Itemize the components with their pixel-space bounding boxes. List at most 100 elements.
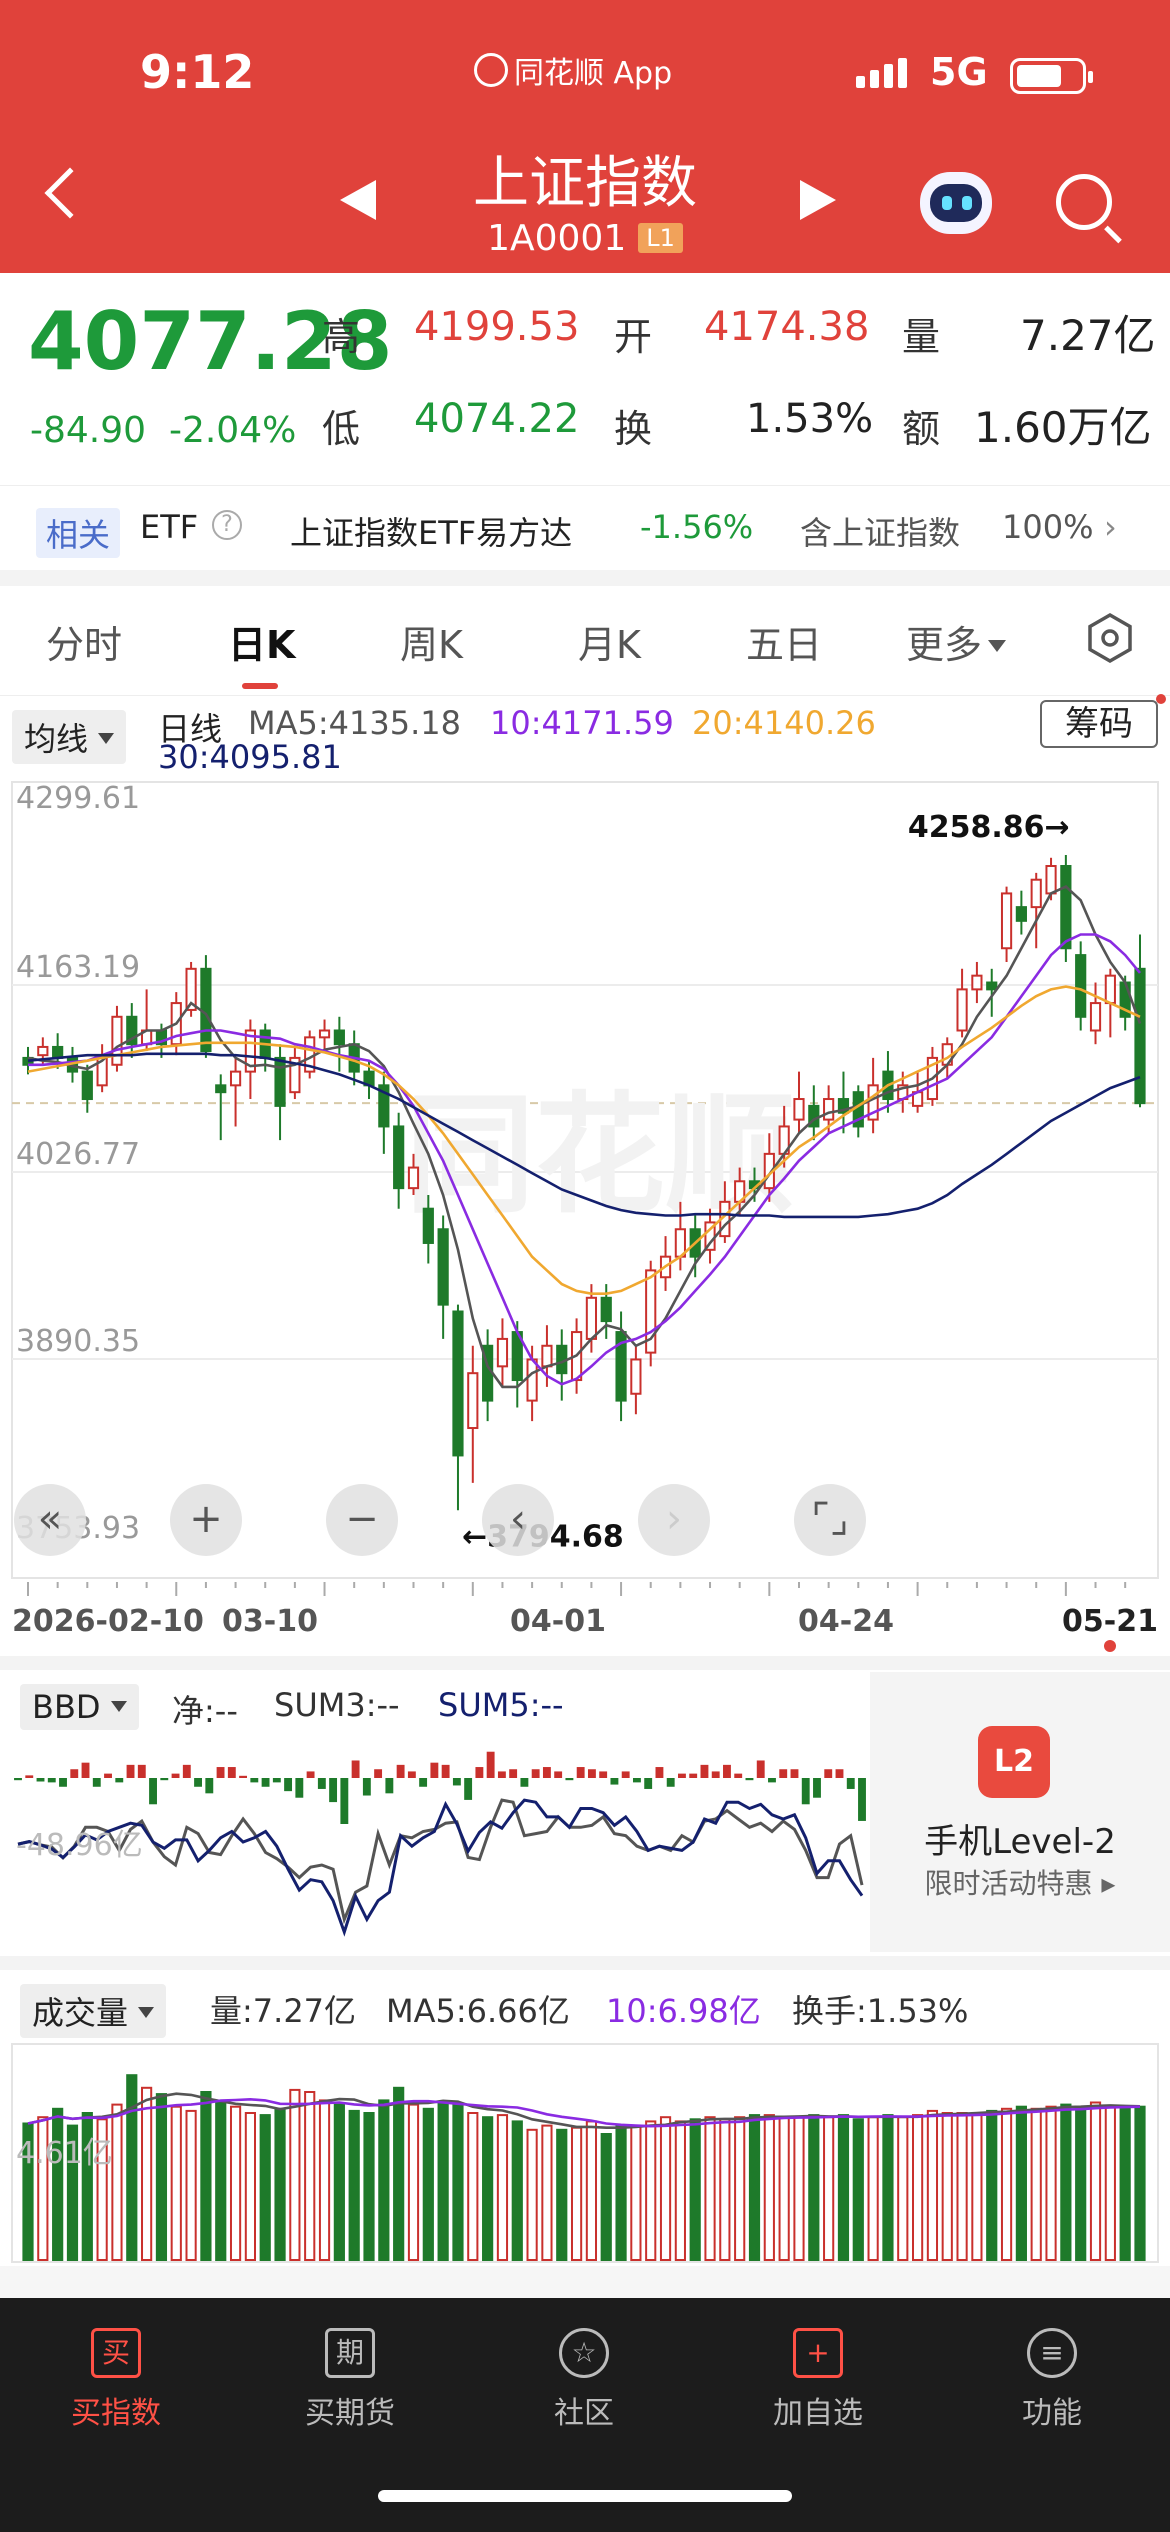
bbd-bar: [250, 1778, 259, 1783]
tab-five-day[interactable]: 五日: [746, 614, 822, 669]
candle: [244, 1019, 256, 1100]
volume-bar: [645, 2120, 657, 2262]
candle: [630, 1345, 642, 1415]
settings-hex-icon[interactable]: [1084, 612, 1136, 664]
bbd-bar: [768, 1778, 776, 1783]
bbd-sum3: SUM3:--: [274, 1686, 400, 1724]
tab-more[interactable]: 更多: [906, 614, 1007, 669]
pan-left-icon[interactable]: ‹: [482, 1484, 554, 1556]
ma-indicator-row: 均线 日线 MA5:4135.18 10:4171.59 20:4140.26 …: [0, 696, 1170, 776]
etf-label: ETF: [140, 508, 199, 546]
chips-button[interactable]: 筹码: [1040, 700, 1158, 748]
bbd-bar: [216, 1767, 225, 1778]
bbd-bar: [723, 1764, 731, 1778]
amount-label: 额: [902, 407, 941, 451]
bbd-bar: [587, 1769, 596, 1778]
zoom-in-icon[interactable]: +: [170, 1484, 242, 1556]
bbd-bar: [25, 1775, 34, 1778]
candle: [452, 1304, 464, 1511]
bbd-net: 净:--: [172, 1692, 238, 1730]
volume-bar: [511, 2120, 523, 2262]
status-time: 9:12: [140, 45, 255, 99]
pan-right-icon[interactable]: ›: [638, 1484, 710, 1556]
volume-bar: [852, 2118, 864, 2261]
price-change: -84.90 -2.04%: [30, 410, 296, 451]
chevron-right-icon[interactable]: ›: [1104, 508, 1117, 546]
etf-change: -1.56%: [640, 508, 754, 546]
volume-bar: [897, 2116, 909, 2261]
bbd-bar: [329, 1778, 338, 1803]
bbd-bar: [36, 1778, 45, 1782]
volume-bar: [986, 2109, 998, 2262]
bbd-bar: [542, 1767, 551, 1778]
bbd-bar: [272, 1778, 281, 1783]
nav-community[interactable]: ☆ 社区: [504, 2328, 664, 2432]
volume-bar: [244, 2112, 256, 2261]
futures-icon: 期: [325, 2328, 375, 2378]
date-label-2: 03-10: [222, 1604, 318, 1639]
bbd-bar: [419, 1778, 428, 1787]
volume-label: 量: [902, 315, 941, 359]
kline-chart[interactable]: 同花顺 4299.614163.194026.773890.353753.934…: [0, 780, 1170, 1580]
caret-down-icon: [110, 1701, 127, 1712]
etf-name[interactable]: 上证指数ETF易方达: [290, 508, 572, 554]
volume-select[interactable]: 成交量: [20, 1984, 167, 2038]
help-icon[interactable]: ?: [212, 510, 242, 540]
volume-bar: [971, 2112, 983, 2261]
amount-value: 1.60万亿: [974, 403, 1152, 452]
tab-intraday[interactable]: 分时: [46, 614, 122, 669]
volume-chart[interactable]: [0, 2042, 1170, 2264]
bbd-select-label: BBD: [32, 1688, 101, 1726]
volume-bar: [541, 2124, 553, 2261]
fullscreen-icon[interactable]: ⌜⌟: [794, 1484, 866, 1556]
nav-functions[interactable]: ≡ 功能: [972, 2328, 1132, 2432]
candle: [126, 1003, 138, 1058]
volume-bar: [407, 2103, 420, 2261]
y-tick-label: 3890.35: [16, 1324, 140, 1359]
volume-bar: [912, 2114, 924, 2261]
volume-bar: [1089, 2101, 1102, 2261]
section-gap: [0, 1656, 1170, 1670]
volume-bar: [1000, 2107, 1013, 2261]
search-icon[interactable]: [1056, 174, 1112, 230]
zoom-out-icon[interactable]: −: [326, 1484, 398, 1556]
volume-bar: [452, 2103, 464, 2261]
level2-ad[interactable]: L2 手机Level-2 限时活动特惠 ▸: [870, 1672, 1170, 1952]
bbd-select[interactable]: BBD: [20, 1684, 139, 1730]
caret-down-icon: [138, 2007, 155, 2018]
volume-bar: [259, 2114, 271, 2261]
bbd-bar: [621, 1771, 630, 1778]
bbd-bar: [70, 1769, 79, 1778]
bbd-axis-value: -48.96亿: [16, 1828, 143, 1863]
volume-bar: [348, 2109, 360, 2262]
bbd-bar: [497, 1771, 506, 1778]
volume-bar: [689, 2118, 701, 2261]
bbd-bar: [554, 1771, 563, 1778]
tab-weekly-k[interactable]: 周K: [400, 614, 463, 669]
bbd-bar: [509, 1769, 518, 1778]
high-value: 4199.53: [414, 304, 580, 350]
indicator-select[interactable]: 均线: [12, 710, 127, 764]
level-badge[interactable]: L1: [638, 223, 683, 253]
candle: [437, 1215, 449, 1339]
bbd-bar: [813, 1778, 821, 1798]
y-tick-label: 4026.77: [16, 1137, 140, 1172]
bbd-bar: [486, 1751, 495, 1778]
signal-icon: [856, 58, 907, 88]
nav-add-watchlist[interactable]: + 加自选: [738, 2328, 898, 2432]
zoom-reset-icon[interactable]: «: [14, 1484, 86, 1556]
section-gap: [0, 570, 1170, 586]
nav-buy-index[interactable]: 买买指数: [36, 2328, 196, 2432]
bbd-bar: [59, 1778, 67, 1787]
related-etf-bar[interactable]: 相关 ETF ? 上证指数ETF易方达 -1.56% 含上证指数 100% ›: [0, 485, 1170, 570]
home-indicator: [378, 2490, 792, 2502]
volume-bar: [1119, 2107, 1131, 2261]
tab-daily-k[interactable]: 日K: [228, 614, 295, 669]
volume-bar: [734, 2116, 746, 2261]
volume-bar: [793, 2116, 805, 2261]
turnover-value: 1.53%: [746, 396, 874, 442]
robot-assistant-icon[interactable]: [920, 172, 992, 234]
tab-monthly-k[interactable]: 月K: [578, 614, 641, 669]
bbd-bar: [317, 1778, 326, 1789]
nav-buy-futures[interactable]: 期买期货: [270, 2328, 430, 2432]
